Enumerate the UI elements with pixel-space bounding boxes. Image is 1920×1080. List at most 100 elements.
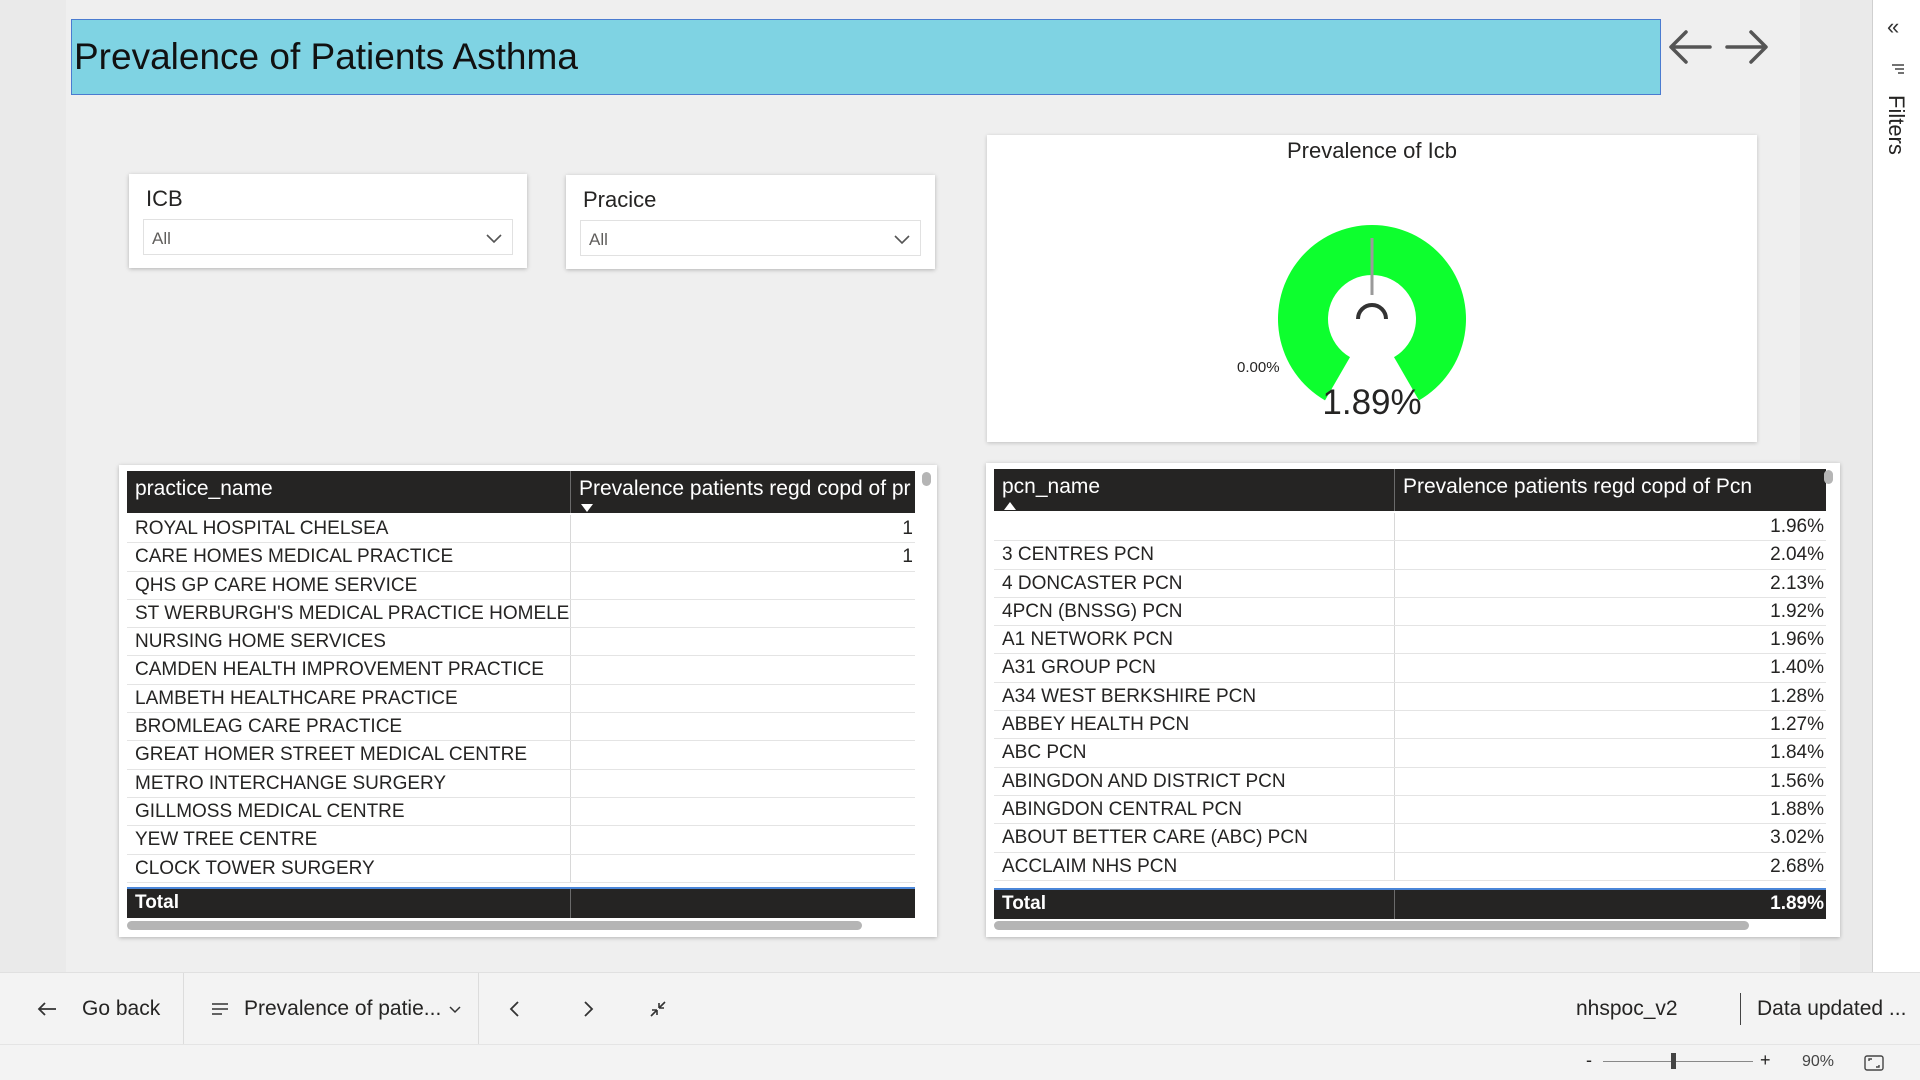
workspace-name: nhspoc_v2 (1576, 997, 1678, 1020)
table-row[interactable]: ABC PCN 1.84% (994, 739, 1826, 768)
table-row[interactable]: A1 NETWORK PCN 1.96% (994, 626, 1826, 655)
value-cell: 1.84% (1394, 739, 1826, 767)
page-forward-arrow-button[interactable] (1721, 22, 1771, 72)
value-cell: 1.96% (1394, 626, 1826, 654)
practice-dropdown-value: All (589, 230, 608, 249)
bottom-navigation-bar: Go back Prevalence of patie... nhspoc_v2… (0, 972, 1920, 1045)
table-row[interactable]: 4PCN (BNSSG) PCN 1.92% (994, 597, 1826, 627)
name-cell: GREAT HOMER STREET MEDICAL CENTRE (135, 744, 528, 766)
prevalence-icb-gauge-card[interactable]: Prevalence of Icb 0.00% 1.89% (987, 135, 1757, 442)
status-bar: - + 90% (0, 1044, 1920, 1080)
value-cell: 2.68% (1394, 852, 1826, 880)
name-cell: GILLMOSS MEDICAL CENTRE (135, 800, 405, 822)
table-row[interactable]: LAMBETH HEALTHCARE PRACTICE (127, 684, 915, 714)
table-row[interactable]: CLOCK TOWER SURGERY (127, 854, 915, 883)
table-row[interactable]: 3 CENTRES PCN 2.04% (994, 541, 1826, 570)
table-row[interactable]: 4 DONCASTER PCN 2.13% (994, 569, 1826, 598)
horizontal-scrollbar[interactable] (994, 921, 1749, 930)
value-cell (570, 656, 915, 684)
zoom-slider-thumb[interactable] (1670, 1053, 1676, 1069)
table-row[interactable]: ST WERBURGH'S MEDICAL PRACTICE HOMELESS (127, 599, 915, 629)
page-back-arrow-button[interactable] (1666, 22, 1716, 72)
name-cell: METRO INTERCHANGE SURGERY (135, 772, 447, 794)
vertical-scrollbar[interactable] (922, 472, 931, 486)
practice-slicer-label: Pracice (583, 187, 657, 212)
name-cell: ABOUT BETTER CARE (ABC) PCN (1002, 827, 1308, 849)
chevron-down-icon (486, 234, 502, 244)
column-header-prevalence[interactable]: Prevalence patients regd copd of pr (570, 471, 915, 513)
collapse-pane-icon[interactable]: « (1887, 14, 1899, 40)
chevron-left-icon (509, 1001, 519, 1017)
fit-to-page-icon[interactable] (1864, 1054, 1884, 1072)
column-header-pcn-name[interactable]: pcn_name (994, 469, 1394, 511)
value-cell: 2.13% (1394, 569, 1826, 597)
report-canvas: Prevalence of Patients Asthma ICB All Pr… (0, 0, 1872, 972)
zoom-slider-track[interactable] (1603, 1061, 1753, 1062)
previous-page-button[interactable] (505, 973, 525, 1045)
table-row[interactable]: ABOUT BETTER CARE (ABC) PCN 3.02% (994, 824, 1826, 853)
chevron-right-icon (584, 1001, 594, 1017)
name-cell: ABINGDON CENTRAL PCN (1002, 798, 1242, 820)
column-header-practice-name[interactable]: practice_name (127, 471, 570, 513)
filters-pane[interactable]: « Filters (1872, 0, 1920, 972)
name-cell: A34 WEST BERKSHIRE PCN (1002, 685, 1257, 707)
gauge-value-label: 1.89% (1322, 383, 1422, 422)
page-list-icon (212, 1003, 228, 1015)
collapse-icon (650, 1001, 666, 1017)
zoom-in-button[interactable]: + (1760, 1050, 1771, 1071)
name-cell: ABC PCN (1002, 742, 1087, 764)
pcn-table[interactable]: pcn_name Prevalence patients regd copd o… (986, 463, 1840, 937)
table-row[interactable]: CAMDEN HEALTH IMPROVEMENT PRACTICE (127, 656, 915, 685)
table-row[interactable]: GREAT HOMER STREET MEDICAL CENTRE (127, 741, 915, 770)
horizontal-scrollbar[interactable] (127, 921, 862, 930)
report-title-banner: Prevalence of Patients Asthma (71, 19, 1661, 95)
arrow-left-icon (37, 1002, 56, 1016)
table-row[interactable]: ACCLAIM NHS PCN 2.68% (994, 852, 1826, 881)
value-cell: 1 (570, 515, 915, 543)
value-cell (570, 826, 915, 854)
table-row[interactable]: NURSING HOME SERVICES (127, 628, 915, 657)
data-updated-link[interactable]: Data updated ... (1757, 973, 1906, 1045)
value-cell (570, 684, 915, 713)
name-cell: ACCLAIM NHS PCN (1002, 855, 1178, 877)
zoom-out-button[interactable]: - (1586, 1050, 1592, 1071)
value-cell: 1.88% (1394, 795, 1826, 824)
practice-table[interactable]: practice_name Prevalence patients regd c… (119, 465, 937, 937)
name-cell (994, 513, 1394, 540)
go-back-button[interactable]: Go back (36, 973, 160, 1045)
table-row[interactable]: ABINGDON AND DISTRICT PCN 1.56% (994, 767, 1826, 796)
table-row[interactable]: A31 GROUP PCN 1.40% (994, 654, 1826, 683)
table-row[interactable]: METRO INTERCHANGE SURGERY (127, 769, 915, 798)
column-header-prevalence[interactable]: Prevalence patients regd copd of Pcn (1394, 469, 1826, 511)
table-row[interactable]: BROMLEAG CARE PRACTICE (127, 713, 915, 742)
table-body: 1.96% 3 CENTRES PCN 2.04% 4 DONCASTER PCN 2.… (994, 513, 1826, 881)
name-cell: CLOCK TOWER SURGERY (135, 857, 375, 879)
table-row[interactable]: YEW TREE CENTRE (127, 826, 915, 855)
page-selector-label: Prevalence of patie... (244, 997, 442, 1020)
vertical-scrollbar[interactable] (1824, 470, 1833, 484)
exit-focus-button[interactable] (648, 973, 668, 1045)
filter-icon (1892, 64, 1904, 74)
table-row[interactable]: QHS GP CARE HOME SERVICE (127, 571, 915, 600)
page-selector-dropdown[interactable]: Prevalence of patie... (210, 973, 463, 1045)
table-row[interactable]: ABBEY HEALTH PCN 1.27% (994, 711, 1826, 740)
next-page-button[interactable] (578, 973, 598, 1045)
name-cell: A1 NETWORK PCN (1002, 629, 1174, 651)
chevron-down-icon (894, 235, 910, 245)
arrow-left-icon (1669, 30, 1712, 64)
table-row[interactable]: ROYAL HOSPITAL CHELSEA 1 (127, 515, 915, 544)
table-row[interactable]: GILLMOSS MEDICAL CENTRE (127, 797, 915, 827)
name-cell: ROYAL HOSPITAL CHELSEA (135, 518, 389, 539)
icb-slicer: ICB All (129, 174, 527, 268)
icb-dropdown[interactable]: All (143, 219, 513, 255)
name-cell: 4PCN (BNSSG) PCN (1002, 600, 1183, 622)
table-row[interactable]: ABINGDON CENTRAL PCN 1.88% (994, 795, 1826, 825)
table-row[interactable]: 1.96% (994, 513, 1826, 542)
table-row[interactable]: A34 WEST BERKSHIRE PCN 1.28% (994, 682, 1826, 712)
value-cell (570, 628, 915, 656)
practice-dropdown[interactable]: All (580, 220, 921, 256)
zoom-level: 90% (1802, 1053, 1835, 1070)
go-back-label: Go back (82, 997, 161, 1020)
value-cell (570, 599, 915, 628)
table-row[interactable]: CARE HOMES MEDICAL PRACTICE 1 (127, 543, 915, 572)
